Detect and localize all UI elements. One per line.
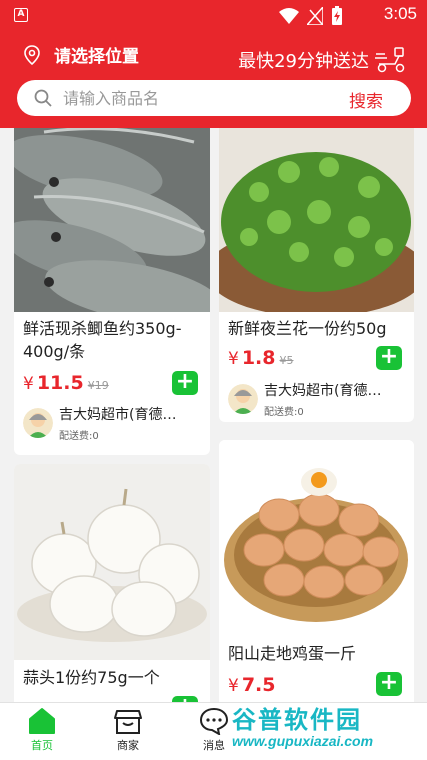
location-label: 请选择位置: [54, 47, 139, 67]
no-signal-icon: [307, 7, 323, 25]
tab-home[interactable]: 首页: [12, 707, 72, 753]
add-to-cart-button[interactable]: +: [376, 346, 402, 370]
price-row: ¥1.8 ¥5: [228, 347, 294, 369]
shop-info[interactable]: 吉大妈超市(育德… 配送费:0: [23, 404, 199, 442]
product-card[interactable]: 蒜头1份约75g一个 +: [14, 464, 210, 702]
product-price: ¥11.5: [23, 372, 84, 394]
shop-avatar: [23, 408, 53, 438]
delivery-info: 最快29分钟送达: [238, 46, 407, 74]
delivery-fee: 配送费:0: [264, 407, 304, 418]
product-image-vegetable: [219, 128, 414, 312]
product-title: 蒜头1份约75g一个: [23, 668, 160, 687]
location-selector[interactable]: 请选择位置: [24, 42, 139, 67]
system-icons: [279, 6, 343, 26]
search-icon: [34, 89, 52, 107]
delivery-fee: 配送费:0: [59, 431, 99, 442]
add-to-cart-button[interactable]: +: [376, 672, 402, 696]
product-title: 阳山走地鸡蛋一斤: [228, 644, 357, 663]
price-row: ¥11.5 ¥19: [23, 372, 109, 394]
shop-name: 吉大妈超市(育德…: [264, 383, 382, 399]
product-image-fish: [14, 128, 210, 312]
shop-avatar: [228, 384, 258, 414]
price-row: ¥7.5: [228, 674, 276, 696]
delivery-time-text: 最快29分钟送达: [238, 51, 369, 72]
product-title: 新鲜夜兰花一份约50g: [228, 319, 387, 338]
location-pin-icon: [24, 44, 40, 65]
app-notification-icon: A: [14, 8, 28, 22]
product-grid: 鲜活现杀鲫鱼约350g-400g/条 ¥11.5 ¥19 + 吉大妈超市(育德……: [0, 128, 427, 702]
shop-icon: [114, 710, 142, 734]
home-icon: [29, 708, 55, 734]
clock: 3:05: [383, 4, 417, 23]
product-title: 鲜活现杀鲫鱼约350g-400g/条: [23, 319, 182, 361]
bottom-tab-bar: 首页 商家 消息: [0, 702, 427, 760]
product-card[interactable]: 新鲜夜兰花一份约50g ¥1.8 ¥5 + 吉大妈超市(育德… 配送费:0: [219, 128, 414, 422]
product-price: ¥1.8: [228, 347, 276, 369]
product-card[interactable]: 阳山走地鸡蛋一斤 ¥7.5 +: [219, 440, 414, 702]
original-price: ¥19: [87, 379, 109, 392]
wifi-icon: [279, 8, 299, 24]
battery-charging-icon: [332, 6, 342, 25]
tab-home-label: 首页: [31, 739, 53, 752]
delivery-scooter-icon: [375, 47, 405, 73]
product-image-garlic: [14, 464, 210, 660]
search-bar: 搜索: [17, 80, 411, 116]
product-image-eggs: [219, 440, 414, 636]
add-to-cart-button[interactable]: +: [172, 371, 198, 395]
product-price: ¥7.5: [228, 674, 276, 696]
tab-shops[interactable]: 商家: [98, 707, 158, 753]
tab-messages-label: 消息: [203, 739, 225, 752]
status-bar: A 3:05: [0, 0, 427, 30]
search-input[interactable]: [63, 88, 323, 108]
tab-shops-label: 商家: [117, 739, 139, 752]
header: 请选择位置 最快29分钟送达 搜索: [0, 30, 427, 128]
message-icon: [199, 707, 229, 735]
product-card[interactable]: 鲜活现杀鲫鱼约350g-400g/条 ¥11.5 ¥19 + 吉大妈超市(育德……: [14, 128, 210, 455]
search-button[interactable]: 搜索: [349, 87, 383, 112]
shop-name: 吉大妈超市(育德…: [59, 407, 177, 423]
tab-messages[interactable]: 消息: [184, 707, 244, 753]
shop-info[interactable]: 吉大妈超市(育德… 配送费:0: [228, 380, 404, 418]
original-price: ¥5: [279, 354, 294, 367]
